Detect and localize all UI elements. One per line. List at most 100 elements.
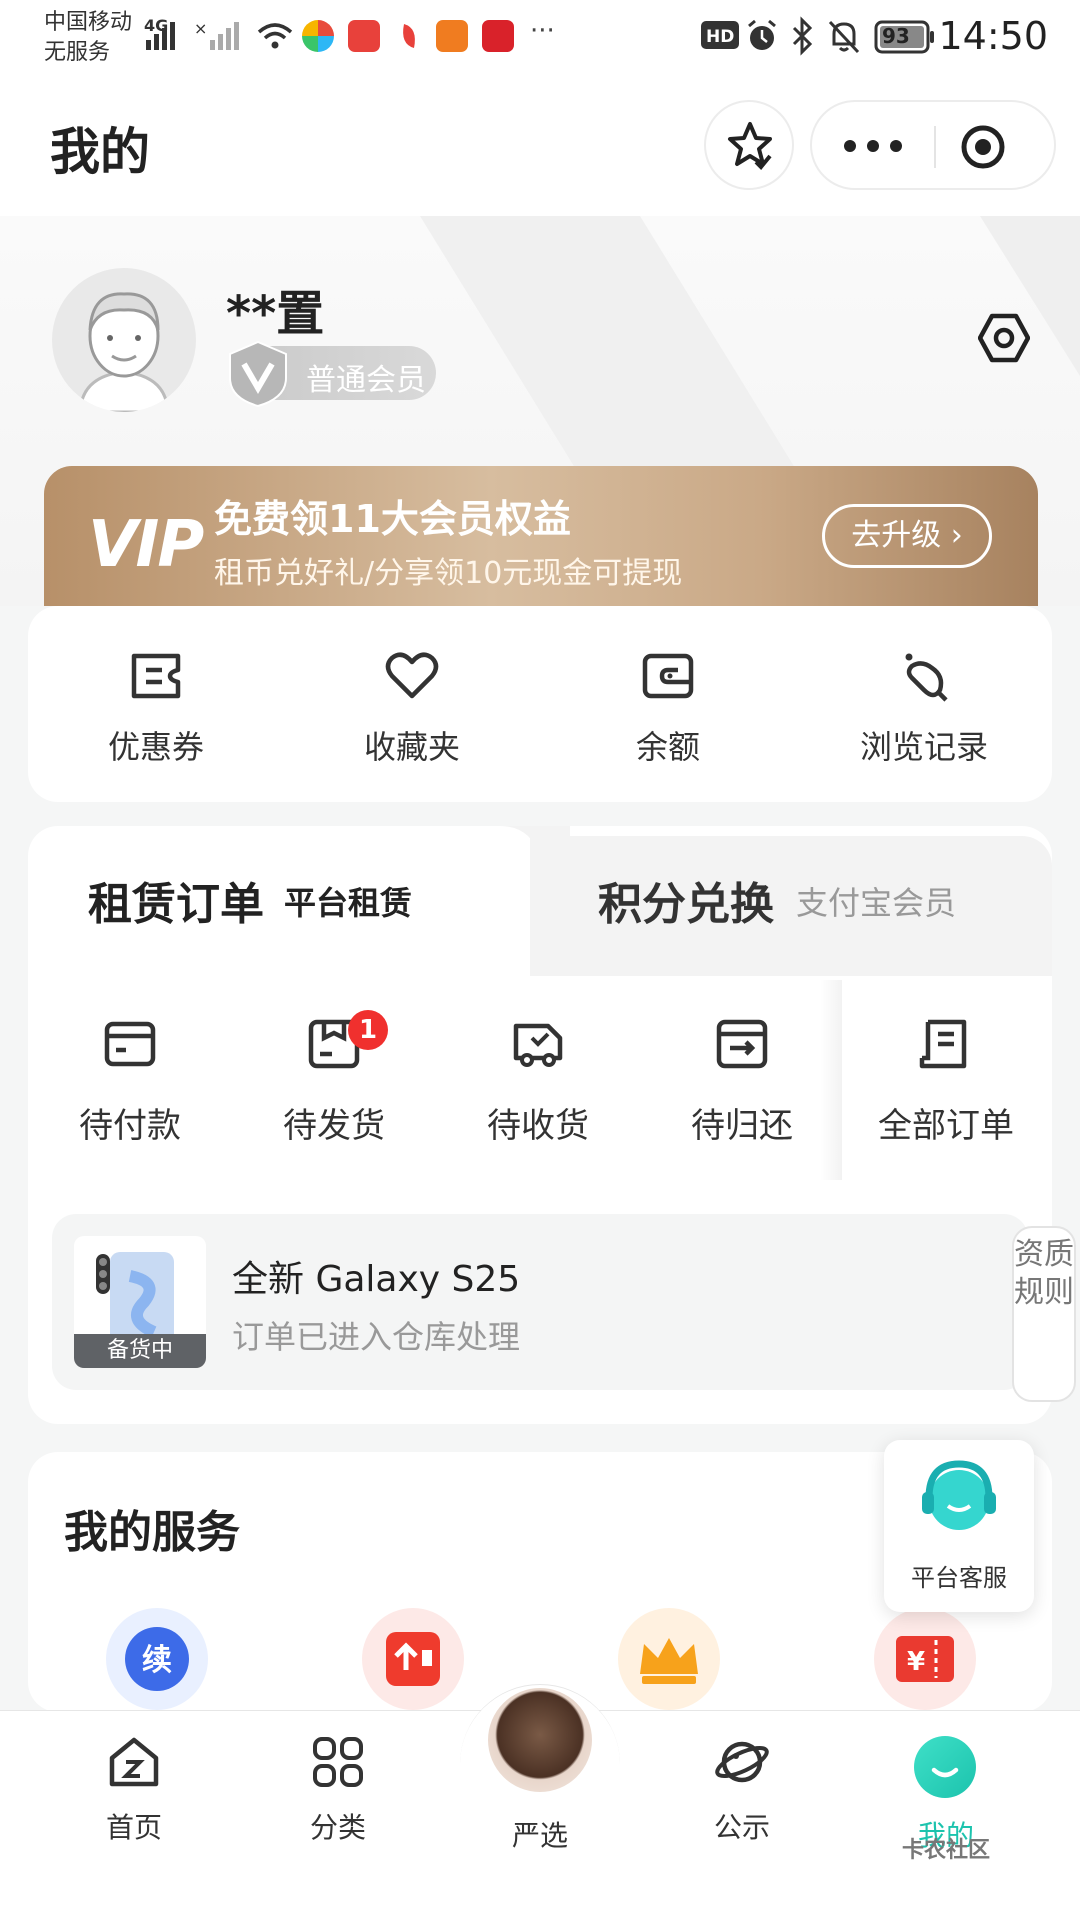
truck-icon [513,1023,563,1067]
app-orange-icon [436,20,468,52]
app-red-icon [394,20,426,52]
page-title: 我的 [50,123,150,181]
quick-link-label: 余额 [635,728,700,766]
quick-link-balance[interactable]: 余额 [540,648,796,768]
upgrade-button[interactable]: 去升级 › [822,504,992,568]
product-status-tag: 备货中 [74,1334,206,1368]
service-upload[interactable] [362,1608,464,1710]
carrier-service: 无服务 [44,40,111,65]
qualification-rules-tab[interactable]: 资质规则 [1012,1226,1076,1402]
signal-icon: × [146,19,239,50]
footprint-icon [905,653,948,702]
wallet-icon [642,653,694,699]
me-icon[interactable] [914,1736,976,1798]
close-miniprogram-icon[interactable] [960,124,1006,170]
customer-service-label: 平台客服 [911,1564,1007,1592]
tab-rental-orders[interactable]: 租赁订单 [88,868,264,932]
order-status-pending-payment[interactable]: 待付款 [30,1016,230,1147]
crown-icon [640,1638,698,1684]
quick-link-label: 浏览记录 [859,728,988,766]
order-status-pending-receipt[interactable]: 待收货 [438,1016,638,1147]
quick-link-favorites[interactable]: 收藏夹 [284,648,540,768]
heart-icon [385,652,439,699]
username: **置 [226,286,325,342]
home-icon [109,1737,159,1787]
clock: 14:50 [938,14,1048,58]
svg-text:HD: HD [706,27,734,47]
quick-link-label: 优惠券 [107,728,204,766]
qualification-rules-label: 资质规则 [1014,1237,1074,1310]
vip-logo: VIP [88,508,204,582]
upload-icon [386,1632,440,1686]
mute-icon [828,20,860,54]
quick-link-history[interactable]: 浏览记录 [796,648,1052,768]
tab-rental-orders-sub: 平台租赁 [284,884,413,922]
tab-home[interactable]: 首页 [64,1734,204,1846]
watermark: 卡农社区 [902,1838,991,1863]
order-progress-text: 订单已进入仓库处理 [232,1318,521,1356]
avatar[interactable] [52,268,196,412]
member-level-label: 普通会员 [306,363,426,398]
tab-points-exchange[interactable]: 积分兑换 [598,868,774,932]
battery-level: 93 [882,24,910,48]
capsule-divider [934,126,936,168]
quick-link-label: 收藏夹 [363,728,460,766]
return-icon [716,1019,768,1069]
renew-icon: 续 [125,1627,189,1691]
order-list-icon [919,1019,967,1069]
tab-category[interactable]: 分类 [268,1734,408,1846]
services-title: 我的服务 [64,1507,240,1558]
featured-icon[interactable] [488,1688,592,1792]
favorite-button[interactable] [704,100,794,190]
service-membership[interactable] [618,1608,720,1710]
notification-badge: 1 [348,1010,388,1050]
huawei-mall-icon [348,20,380,52]
tab-divider-curve [500,826,570,976]
customer-service-button[interactable]: 平台客服 [884,1440,1034,1612]
app-notification-icon [302,20,334,52]
vip-title: 免费领11大会员权益 [214,497,571,541]
tab-label: 首页 [105,1811,162,1844]
alarm-icon [748,19,776,50]
quick-link-coupon[interactable]: 优惠券 [28,648,284,768]
wifi-icon [257,23,293,49]
order-status-label: 待发货 [283,1106,385,1146]
order-status-pending-return[interactable]: 待归还 [642,1016,842,1147]
tmall-icon [482,20,514,52]
tab-points-exchange-sub: 支付宝会员 [796,884,957,922]
order-status-label: 待归还 [691,1106,793,1146]
headset-icon [922,1460,996,1530]
ticket-icon: ¥ [896,1636,954,1682]
carrier-name: 中国移动 [44,10,133,35]
carrier-info: 中国移动 无服务 [44,8,132,68]
tab-announcement[interactable]: 公示 [672,1734,812,1846]
bluetooth-icon [792,16,813,56]
service-ticket[interactable]: ¥ [874,1608,976,1710]
tab-featured-label: 严选 [511,1819,568,1852]
coupon-icon [131,653,181,699]
hd-icon: HD [701,21,739,49]
renew-glyph: 续 [142,1643,172,1678]
order-status-label: 全部订单 [878,1106,1014,1146]
member-level-badge[interactable]: 普通会员 [229,340,436,408]
vip-subtitle: 租币兑好礼/分享领10元现金可提现 [214,556,683,591]
service-renew[interactable]: 续 [106,1608,208,1710]
star-icon [728,122,772,170]
more-options-icon[interactable] [840,134,906,158]
settings-icon[interactable] [978,312,1030,364]
order-status-label: 待收货 [487,1106,589,1146]
miniprogram-capsule [810,100,1056,190]
all-orders-separator [820,980,842,1180]
order-status-label: 待付款 [79,1106,181,1146]
tab-label: 公示 [713,1811,770,1844]
card-icon [104,1021,156,1067]
order-status-all[interactable]: 全部订单 [846,1016,1046,1147]
svg-text:×: × [194,19,207,38]
default-avatar-icon [78,292,170,412]
product-name: 全新 Galaxy S25 [232,1259,521,1300]
tab-label: 分类 [309,1811,366,1844]
more-notifications-icon: ··· [530,16,555,46]
order-status-pending-shipment[interactable]: 待发货 [234,1016,434,1147]
grid-icon [313,1737,363,1787]
planet-icon [715,1741,769,1783]
